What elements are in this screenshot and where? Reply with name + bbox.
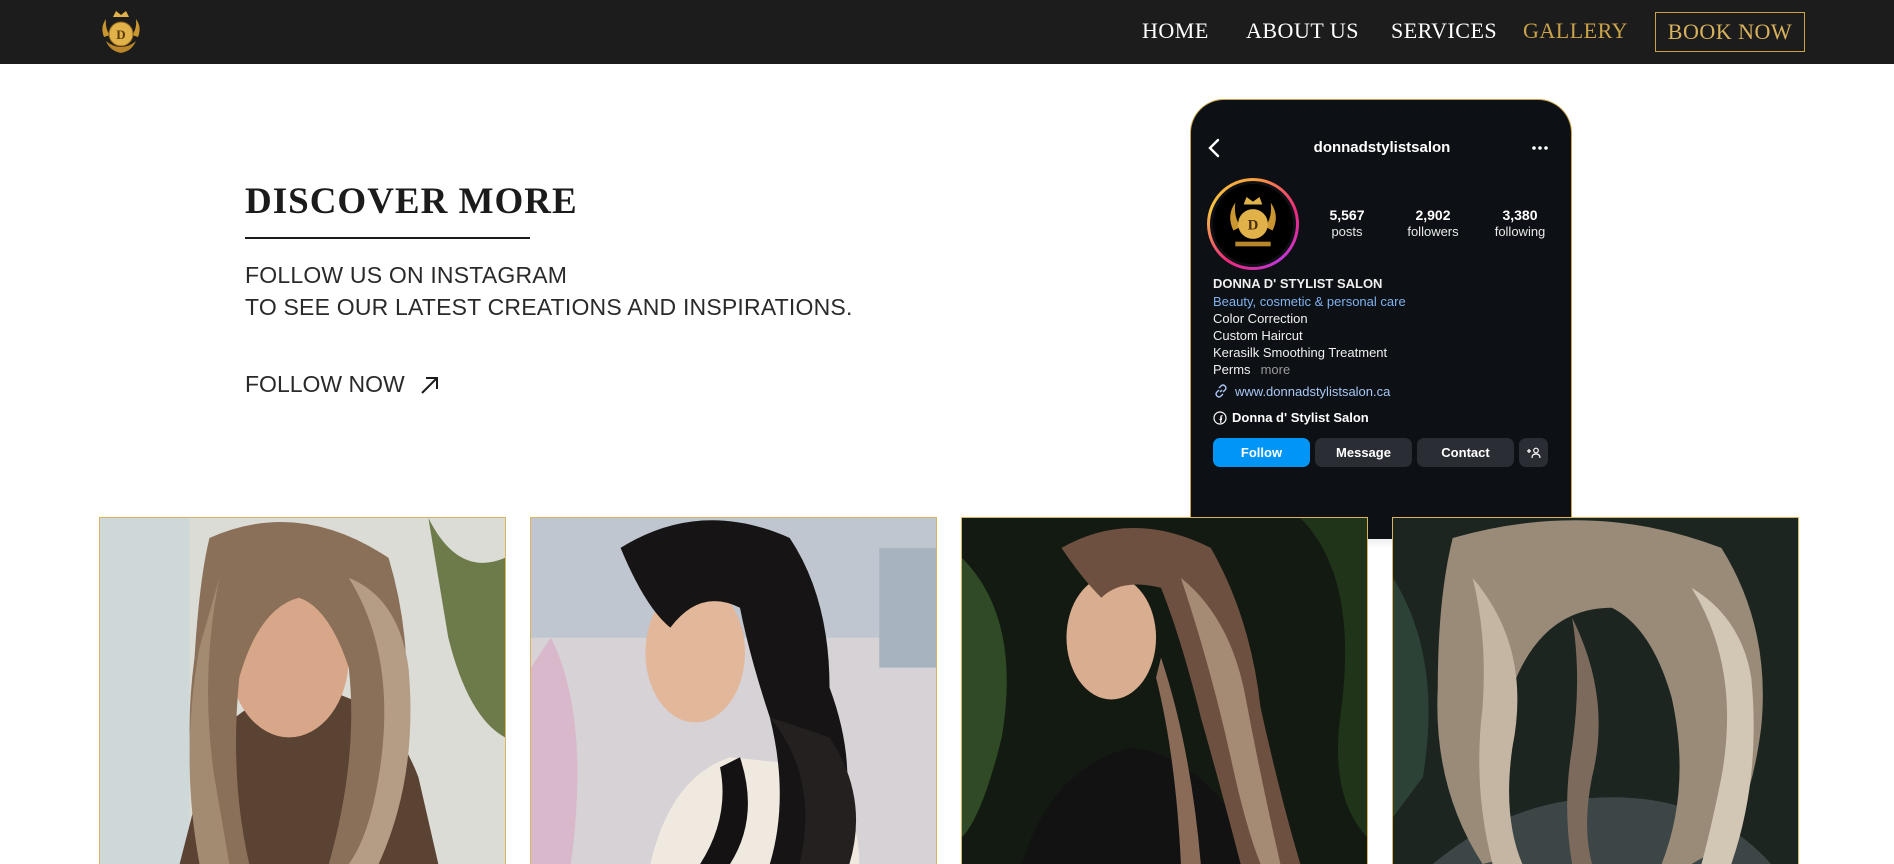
nav-about-us-link[interactable]: ABOUT US: [1246, 18, 1359, 44]
hair-photo-image: [1393, 518, 1798, 864]
book-now-button[interactable]: BOOK NOW: [1655, 12, 1805, 52]
followers-stat[interactable]: 2,902 followers: [1398, 207, 1468, 239]
website-url: www.donnadstylistsalon.ca: [1235, 383, 1391, 399]
arrow-up-right-icon: [421, 376, 438, 394]
add-person-icon: [1526, 447, 1541, 458]
hair-photo-image: [531, 518, 936, 864]
followers-label: followers: [1407, 224, 1459, 239]
follow-now-label: FOLLOW NOW: [245, 371, 405, 397]
nav-gallery-link[interactable]: GALLERY: [1523, 18, 1628, 44]
ig-add-person-button[interactable]: [1519, 438, 1548, 467]
bio-line-1: Color Correction: [1213, 311, 1308, 326]
ig-message-button[interactable]: Message: [1315, 438, 1412, 467]
instagram-username: donnadstylistsalon: [1313, 139, 1451, 156]
facebook-icon: [1213, 410, 1227, 425]
bio-line-2: Custom Haircut: [1213, 328, 1303, 343]
svg-text:D: D: [1248, 218, 1259, 234]
ig-contact-button[interactable]: Contact: [1417, 438, 1514, 467]
gallery-photo-1[interactable]: [99, 517, 506, 864]
nav-home-link[interactable]: HOME: [1142, 18, 1209, 44]
svg-text:D: D: [116, 27, 125, 42]
nav-services-link[interactable]: SERVICES: [1391, 18, 1497, 44]
profile-name: DONNA D' STYLIST SALON: [1213, 276, 1383, 291]
salon-logo[interactable]: D: [96, 7, 146, 57]
bio-line-4-text: Perms: [1213, 362, 1251, 377]
following-stat[interactable]: 3,380 following: [1485, 207, 1555, 239]
following-count: 3,380: [1502, 207, 1538, 223]
posts-count: 5,567: [1329, 207, 1365, 223]
follow-now-link[interactable]: FOLLOW NOW: [245, 371, 441, 398]
bio-line-3: Kerasilk Smoothing Treatment: [1213, 345, 1388, 360]
posts-label: posts: [1331, 224, 1363, 239]
link-icon: [1215, 384, 1227, 398]
profile-avatar[interactable]: D: [1210, 181, 1296, 267]
followers-count: 2,902: [1415, 207, 1451, 223]
facebook-link[interactable]: Donna d' Stylist Salon: [1213, 410, 1369, 425]
heading-underline: [245, 237, 530, 239]
instagram-intro-line-1: FOLLOW US ON INSTAGRAM: [245, 262, 568, 288]
discover-heading: DISCOVER MORE: [245, 181, 578, 222]
following-label: following: [1494, 224, 1546, 239]
instagram-profile-phone[interactable]: donnadstylistsalon D 5,567 posts 2,902 f…: [1190, 99, 1572, 539]
top-navbar: D HOME ABOUT US SERVICES GALLERY BOOK NO…: [0, 0, 1894, 64]
hair-photo-image: [100, 518, 505, 864]
gallery-photo-2[interactable]: [530, 517, 937, 864]
profile-category[interactable]: Beauty, cosmetic & personal care: [1213, 294, 1406, 309]
hair-photo-image: [962, 518, 1367, 864]
instagram-intro-line-2: TO SEE OUR LATEST CREATIONS AND INSPIRAT…: [245, 294, 853, 320]
posts-stat[interactable]: 5,567 posts: [1312, 207, 1382, 239]
salon-logo-avatar-icon: D: [1213, 184, 1293, 264]
more-options-icon[interactable]: [1530, 144, 1550, 152]
gallery-photo-4[interactable]: [1392, 517, 1799, 864]
bio-line-4: Perms more: [1213, 362, 1290, 377]
facebook-page-name: Donna d' Stylist Salon: [1232, 410, 1369, 425]
gallery-photo-3[interactable]: [961, 517, 1368, 864]
bio-more-link[interactable]: more: [1261, 362, 1291, 377]
crown-logo-icon: D: [102, 11, 140, 53]
ig-follow-button[interactable]: Follow: [1213, 438, 1310, 467]
website-link[interactable]: www.donnadstylistsalon.ca: [1213, 383, 1390, 399]
